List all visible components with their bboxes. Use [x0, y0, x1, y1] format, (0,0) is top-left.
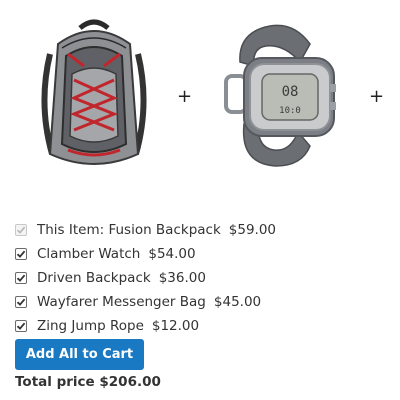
item-price: $54.00 [148, 246, 196, 262]
bundle-item: Driven Backpack $36.00 [15, 266, 395, 290]
check-icon [16, 322, 26, 330]
item-price: $45.00 [213, 294, 262, 310]
bundle-item: Wayfarer Messenger Bag $45.00 [15, 290, 395, 314]
item-price: $59.00 [228, 222, 277, 238]
item-checkbox-disabled [15, 224, 27, 236]
add-all-to-cart-button[interactable]: Add All to Cart [15, 339, 144, 370]
check-icon [16, 250, 26, 258]
total-price: Total price $206.00 [15, 374, 161, 390]
bundle-item: Zing Jump Rope $12.00 [15, 314, 395, 338]
bundle-item-list: This Item: Fusion Backpack $59.00 Clambe… [15, 218, 395, 338]
watch-icon: 08 10:0 [224, 24, 336, 167]
check-icon [16, 298, 26, 306]
item-name: This Item: Fusion Backpack [37, 222, 221, 238]
item-checkbox[interactable] [15, 248, 27, 260]
plus-separator: + [369, 86, 385, 107]
item-name: Wayfarer Messenger Bag [37, 294, 206, 310]
item-checkbox[interactable] [15, 272, 27, 284]
watch-image[interactable]: 08 10:0 [210, 14, 340, 174]
check-icon [16, 226, 26, 234]
bundle-item: This Item: Fusion Backpack $59.00 [15, 218, 395, 242]
item-price: $12.00 [151, 318, 200, 334]
backpack-icon [41, 19, 147, 165]
item-name: Driven Backpack [37, 270, 151, 286]
item-checkbox[interactable] [15, 296, 27, 308]
item-name: Clamber Watch [37, 246, 141, 262]
svg-text:08: 08 [282, 84, 299, 100]
frequently-bought-together: + 08 10:0 + This Item: Fusion Backpack $… [0, 0, 400, 400]
bundle-item: Clamber Watch $54.00 [15, 242, 395, 266]
svg-text:10:0: 10:0 [279, 106, 301, 116]
backpack-image[interactable] [28, 14, 160, 174]
plus-separator: + [177, 86, 193, 107]
item-checkbox[interactable] [15, 320, 27, 332]
item-price: $36.00 [158, 270, 206, 286]
item-name: Zing Jump Rope [37, 318, 144, 334]
check-icon [16, 274, 26, 282]
